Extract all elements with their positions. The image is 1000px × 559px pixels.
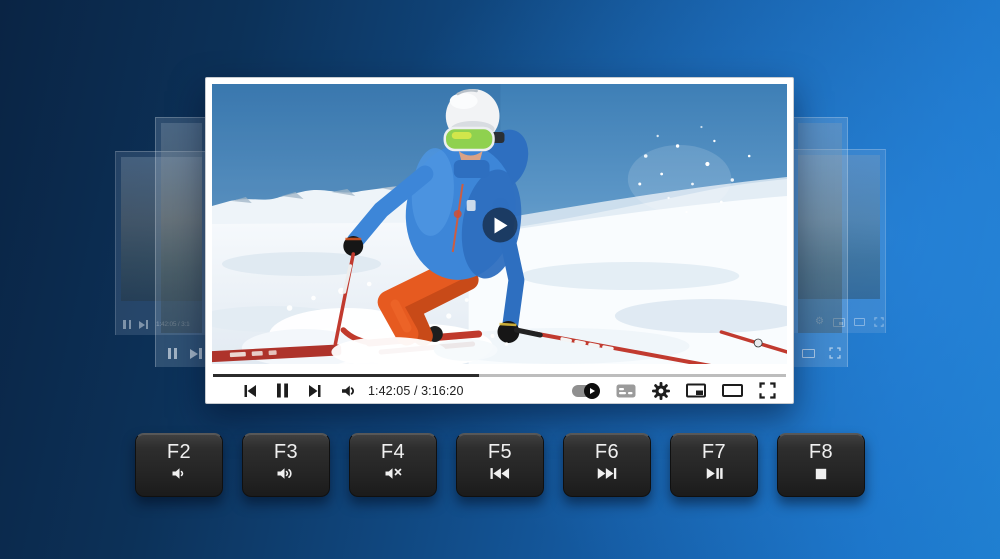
previous-button[interactable] bbox=[243, 384, 257, 398]
previous-icon bbox=[243, 384, 257, 398]
settings-icon bbox=[652, 382, 670, 400]
screen-background: 1:42:05 / 3:16:20 ⚙ bbox=[0, 0, 1000, 559]
autoplay-toggle[interactable] bbox=[572, 385, 598, 397]
key-label: F8 bbox=[809, 441, 833, 464]
pause-button[interactable] bbox=[276, 383, 289, 398]
autoplay-toggle-knob bbox=[584, 383, 600, 399]
volume-high-icon bbox=[277, 467, 295, 480]
key-label: F4 bbox=[381, 441, 405, 464]
fullscreen-icon bbox=[829, 347, 841, 359]
fullscreen-icon bbox=[874, 317, 884, 327]
key-label: F5 bbox=[488, 441, 512, 464]
pause-icon bbox=[168, 348, 177, 359]
theater-mode-button[interactable] bbox=[722, 383, 743, 398]
key-f2: F2 bbox=[135, 433, 223, 497]
fullscreen-button[interactable] bbox=[759, 382, 776, 399]
function-keys-row: F2 F3 F4 F5 F6 F7 F8 bbox=[0, 433, 1000, 497]
ghost-video-thumbnail bbox=[798, 123, 842, 333]
time-display: 1:42:05 / 3:16:20 bbox=[368, 384, 464, 398]
key-f8: F8 bbox=[777, 433, 865, 497]
volume-low-icon bbox=[172, 467, 187, 480]
volume-mute-icon bbox=[385, 467, 402, 480]
play-pause-icon bbox=[706, 467, 723, 480]
play-overlay-button[interactable] bbox=[482, 208, 517, 243]
next-track-icon bbox=[597, 467, 617, 480]
video-viewport[interactable] bbox=[212, 84, 787, 364]
volume-icon bbox=[341, 384, 355, 398]
next-icon bbox=[308, 384, 322, 398]
theater-mode-icon bbox=[854, 318, 865, 326]
key-f4: F4 bbox=[349, 433, 437, 497]
settings-button[interactable] bbox=[652, 382, 670, 400]
ghost-player-right-near bbox=[793, 117, 848, 367]
key-label: F3 bbox=[274, 441, 298, 464]
subtitles-button[interactable] bbox=[616, 384, 636, 398]
next-icon bbox=[190, 348, 202, 359]
ghost-player-left-near bbox=[155, 117, 207, 367]
key-f3: F3 bbox=[242, 433, 330, 497]
pause-icon bbox=[123, 320, 131, 329]
ghost-video-thumbnail bbox=[161, 123, 202, 333]
miniplayer-icon bbox=[686, 383, 706, 398]
play-icon bbox=[495, 217, 508, 233]
stop-icon bbox=[815, 468, 827, 480]
next-icon bbox=[139, 320, 148, 329]
key-label: F6 bbox=[595, 441, 619, 464]
fullscreen-icon bbox=[759, 382, 776, 399]
theater-mode-icon bbox=[802, 349, 815, 358]
miniplayer-button[interactable] bbox=[686, 383, 706, 398]
video-player-window: 1:42:05 / 3:16:20 bbox=[205, 77, 794, 404]
theater-mode-icon bbox=[722, 383, 743, 398]
subtitles-icon bbox=[616, 384, 636, 398]
key-f7: F7 bbox=[670, 433, 758, 497]
previous-track-icon bbox=[490, 467, 510, 480]
next-button[interactable] bbox=[308, 384, 322, 398]
pause-icon bbox=[276, 383, 289, 398]
player-controls: 1:42:05 / 3:16:20 bbox=[212, 374, 787, 414]
key-label: F2 bbox=[167, 441, 191, 464]
key-f6: F6 bbox=[563, 433, 651, 497]
volume-button[interactable] bbox=[341, 384, 355, 398]
key-label: F7 bbox=[702, 441, 726, 464]
key-f5: F5 bbox=[456, 433, 544, 497]
